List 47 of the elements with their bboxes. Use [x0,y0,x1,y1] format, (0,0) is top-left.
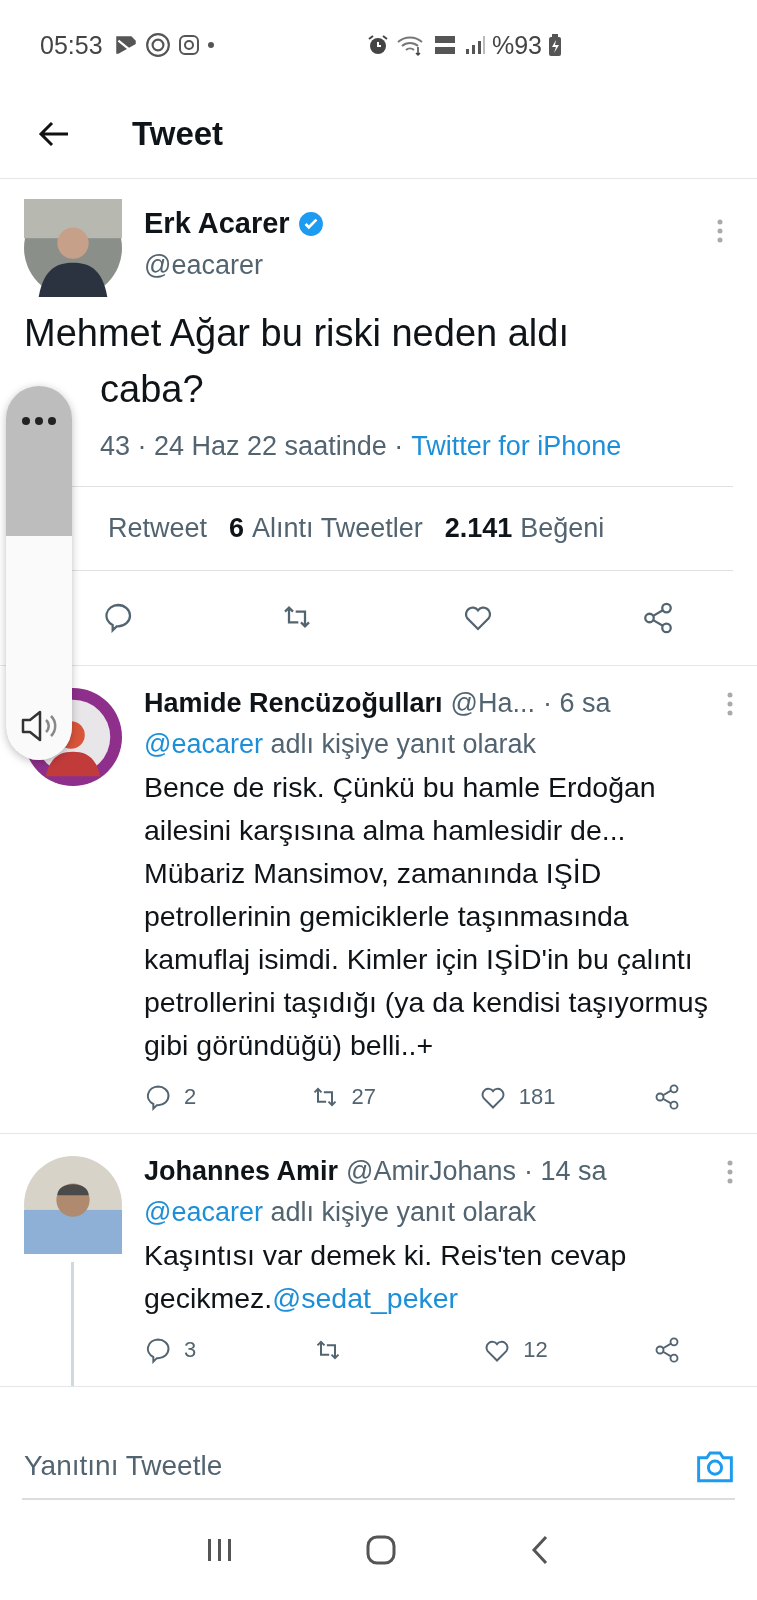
tweet-stat[interactable]: 2.141 Beğeni [444,513,605,544]
reply-text: Kaşıntısı var demek ki. Reis'ten cevap gecikmez.@sedat_peker [144,1238,628,1316]
battery-icon [548,33,562,57]
reply-count: 2 [184,1084,197,1110]
reply-to-link[interactable]: @eacarer [144,1197,263,1227]
mention-link[interactable]: @sedat_peker [272,1282,459,1314]
reply-to-link[interactable]: @eacarer [144,729,263,759]
tweet-source-link[interactable]: Twitter for iPhone [411,431,622,462]
back-arrow-icon[interactable] [38,120,70,148]
tweet-timestamp: 43 · 24 Haz 22 saatinde · [100,431,404,462]
reply-time: · 14 sa [524,1156,607,1187]
reply-author-name[interactable]: Johannes Amir [144,1156,339,1187]
signal-icon [463,34,486,56]
home-icon[interactable] [365,1534,398,1566]
battery-percent: %93 [491,30,542,60]
reply-author-handle[interactable]: @Ha... [450,688,535,719]
tweet-stat[interactable]: Retweet [108,513,208,544]
camera-icon[interactable] [695,1448,735,1484]
dot-icon [206,41,215,49]
like-count: 181 [518,1084,556,1110]
more-options-icon[interactable] [21,416,57,426]
reply-count: 3 [184,1337,197,1363]
reply-icon[interactable] [144,1083,172,1111]
like-count: 12 [523,1337,548,1363]
reply-time: · 6 sa [543,688,611,719]
reply-icon[interactable] [102,601,134,633]
reply-input-field[interactable]: Yanıtını Tweetle [22,1449,695,1483]
share-icon[interactable] [641,601,675,635]
status-time: 05:53 [40,30,103,60]
speaker-icon[interactable] [19,708,59,744]
reply-to-label: adlı kişiye yanıt olarak [270,729,537,759]
avatar[interactable] [24,199,122,297]
page-title: Tweet [132,115,224,153]
reply-author-name[interactable]: Hamide Rencüzoğulları [144,688,443,719]
reply-text: Bence de risk. Çünkü bu hamle Erdoğan ailesini karşısına alma hamlesidir de... Mübariz Mansimov, zamanında IŞİD petrollerinin gemiciklerle taşınmasında kamuflaj isimdi. Kimler için IŞİD'in bu çalıntı petrollerini taşıdığı (ya da kendisi taşıyormuş gibi göründüğü) belli..+ [144,770,709,1063]
camera-icon [176,33,201,57]
tweet-stat[interactable]: 6 Alıntı Tweetler [229,513,423,544]
tweet-text: Mehmet Ağar bu riski neden aldı caba? [24,311,570,412]
author-name[interactable]: Erk Acarer [144,207,290,240]
volume-slider-fill[interactable] [6,535,72,760]
reply-to-label: adlı kişiye yanıt olarak [270,1197,537,1227]
reply-icon[interactable] [144,1336,172,1364]
avatar[interactable] [24,1156,122,1254]
reply-author-handle[interactable]: @AmirJohans [346,1156,517,1187]
author-handle[interactable]: @eacarer [144,250,695,281]
share-icon[interactable] [653,1083,681,1111]
retweet-count: 27 [351,1084,376,1110]
